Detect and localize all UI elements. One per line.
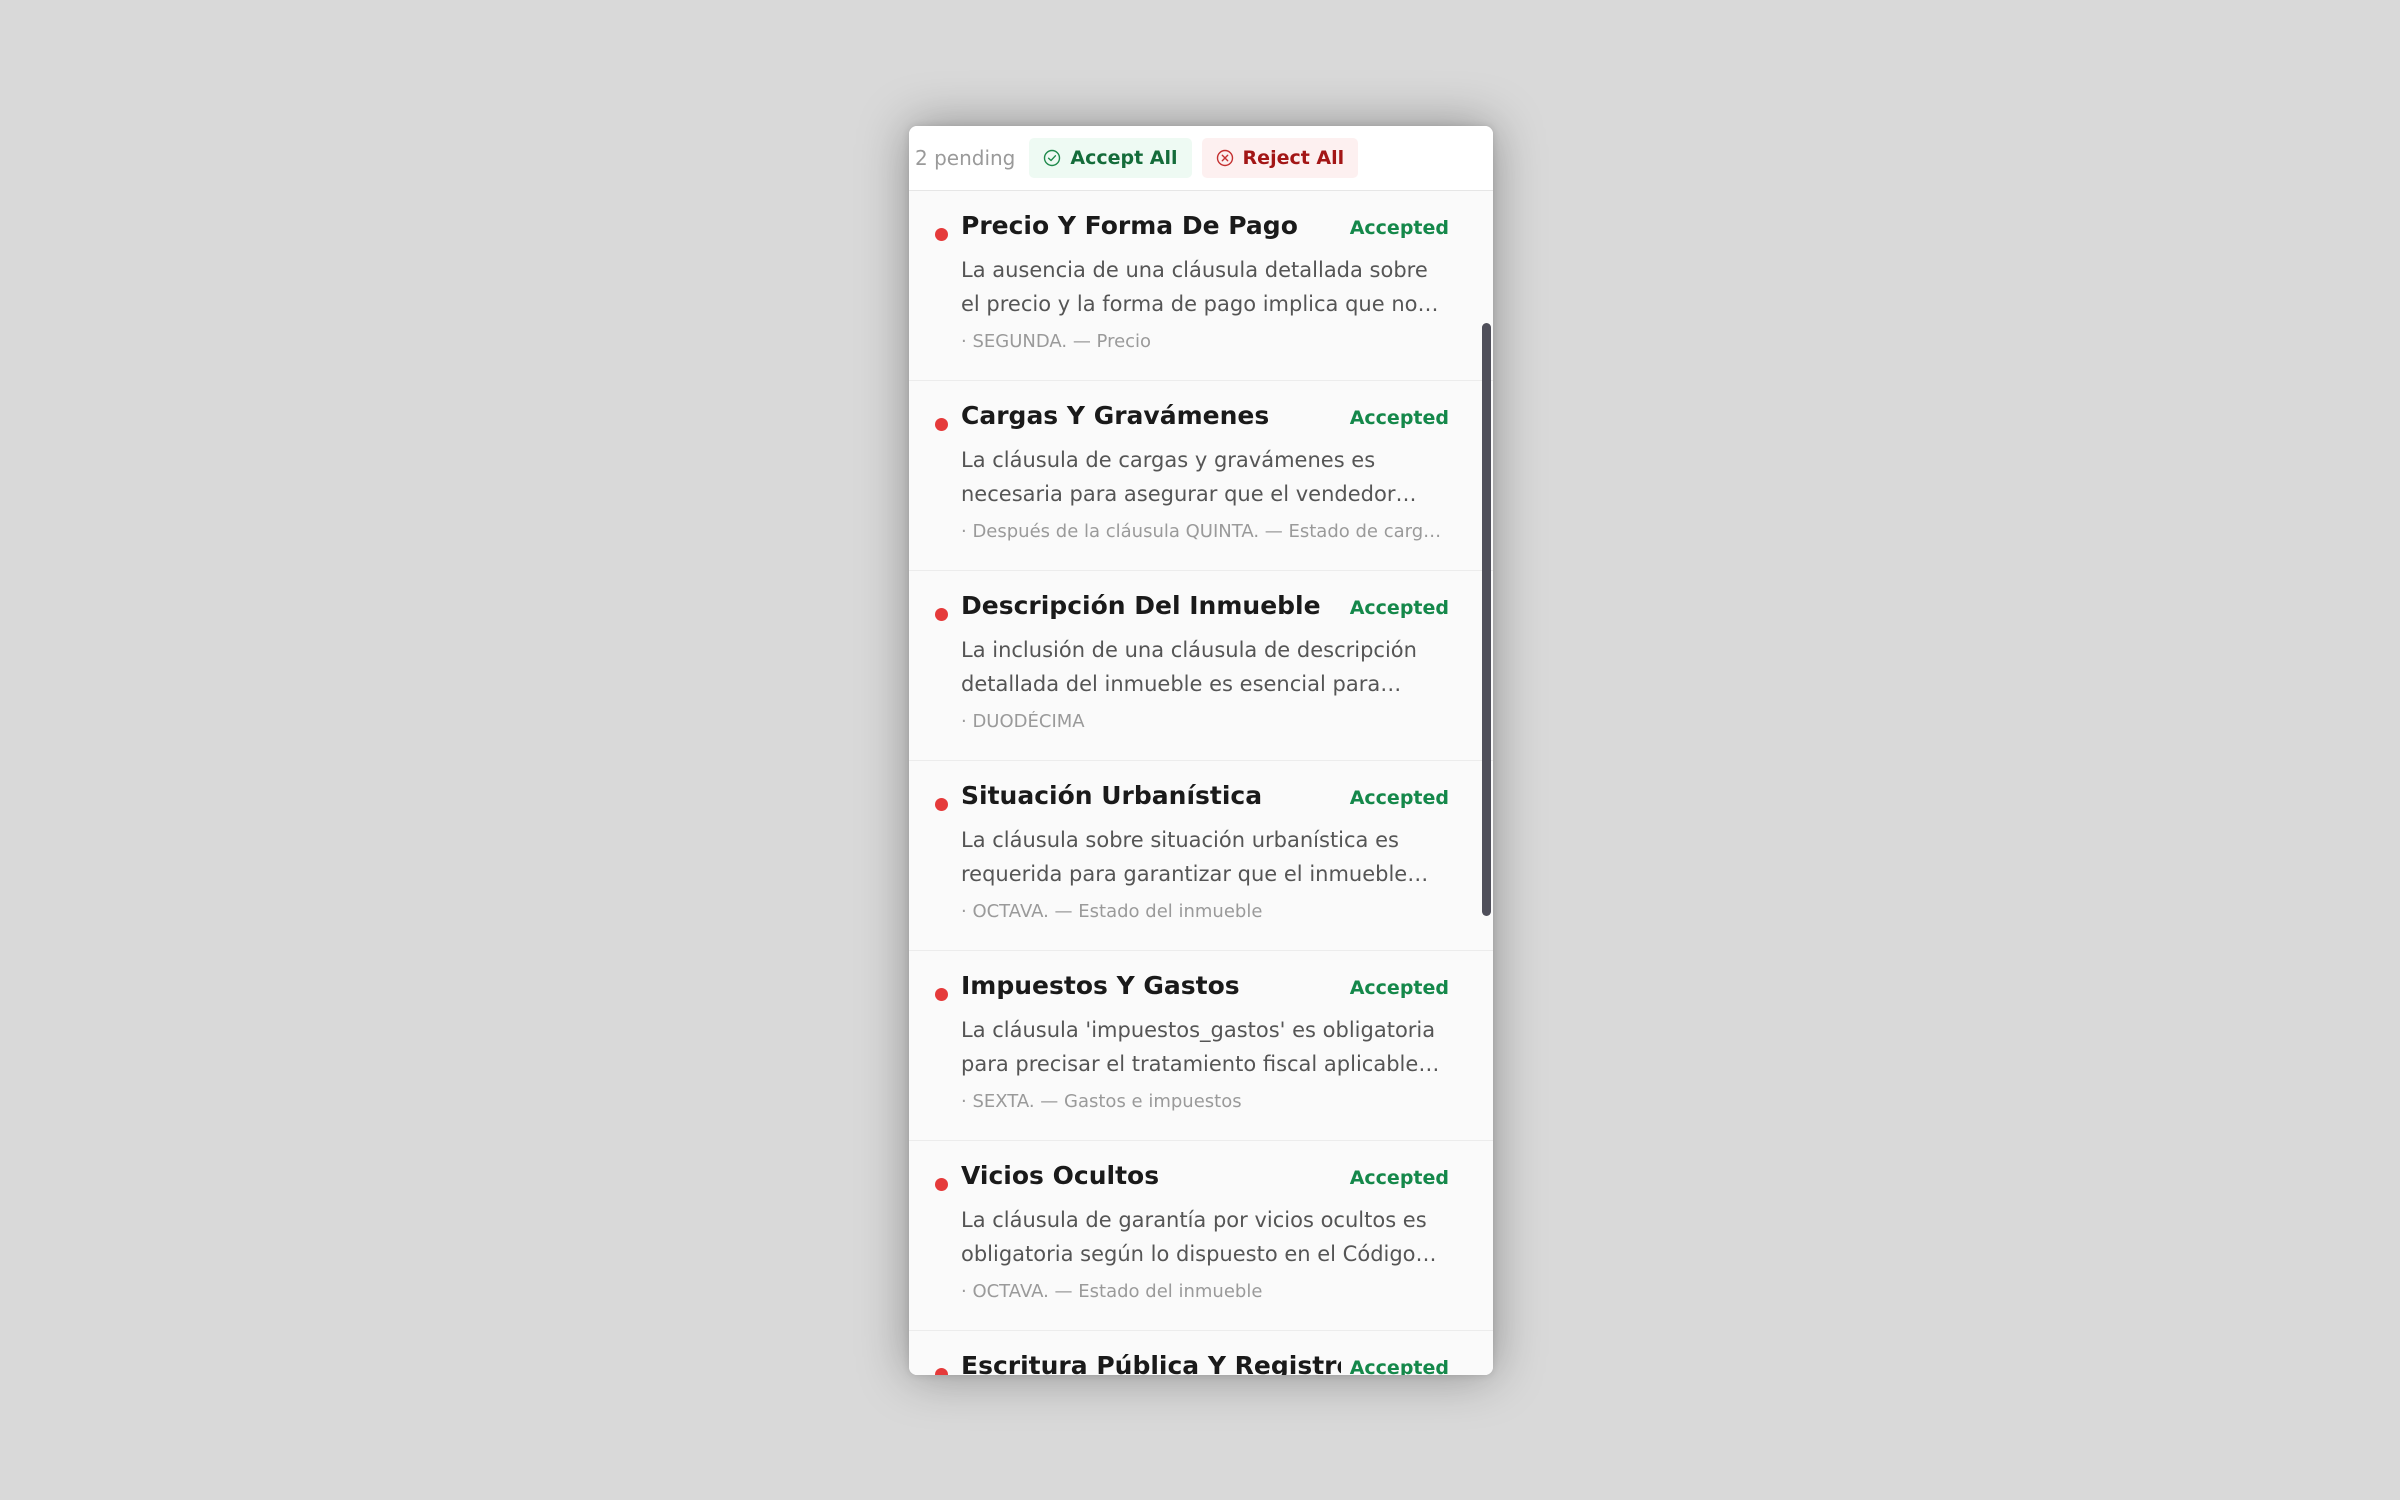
item-description: La ausencia de una cláusula detallada so… [961,258,1428,316]
check-circle-icon [1044,149,1061,167]
status-badge: Accepted [1349,977,1449,999]
status-badge: Accepted [1349,787,1449,809]
review-panel: 2 pending Accept All Reject All Precio Y… [909,126,1493,1375]
list-item[interactable]: Precio Y Forma De Pago Accepted La ausen… [909,191,1493,381]
item-description: La cláusula de cargas y gravámenes es ne… [961,448,1396,506]
list-item[interactable]: Cargas Y Gravámenes Accepted La cláusula… [909,381,1493,571]
item-title: Vicios Ocultos [961,1161,1160,1190]
item-title: Impuestos Y Gastos [961,971,1240,1000]
status-dot-icon [935,798,948,811]
item-title: Escritura Pública Y Registro [961,1351,1341,1375]
status-dot-icon [935,1368,948,1375]
item-title: Descripción Del Inmueble [961,591,1321,620]
status-dot-icon [935,608,948,621]
list-item[interactable]: Descripción Del Inmueble Accepted La inc… [909,571,1493,761]
reject-all-button[interactable]: Reject All [1201,138,1359,178]
review-toolbar: 2 pending Accept All Reject All [909,126,1493,191]
status-badge: Accepted [1349,217,1449,239]
item-description: La cláusula 'impuestos_gastos' es obliga… [961,1018,1438,1076]
list-item[interactable]: Escritura Pública Y Registro Accepted [909,1331,1493,1375]
status-dot-icon [935,228,948,241]
item-meta: · SEXTA. — Gastos e impuestos [961,1091,1242,1112]
item-meta: · OCTAVA. — Estado del inmueble [961,1281,1263,1302]
scrollbar-thumb[interactable] [1482,323,1491,916]
status-badge: Accepted [1349,597,1449,619]
list-item[interactable]: Situación Urbanística Accepted La cláusu… [909,761,1493,951]
item-title: Cargas Y Gravámenes [961,401,1270,430]
reject-all-label: Reject All [1242,147,1345,169]
item-description: La inclusión de una cláusula de descripc… [961,638,1417,696]
item-meta: · SEGUNDA. — Precio [961,331,1152,352]
item-description: La cláusula sobre situación urbanística … [961,828,1408,886]
list-item[interactable]: Vicios Ocultos Accepted La cláusula de g… [909,1141,1493,1331]
item-description: La cláusula de garantía por vicios ocult… [961,1208,1427,1266]
accept-all-label: Accept All [1070,147,1178,169]
pending-count: 2 pending [915,146,1016,170]
status-dot-icon [935,418,948,431]
accept-all-button[interactable]: Accept All [1029,138,1192,178]
item-title: Situación Urbanística [961,781,1263,810]
suggestion-list[interactable]: Precio Y Forma De Pago Accepted La ausen… [909,191,1493,1375]
item-meta: · Después de la cláusula QUINTA. — Estad… [961,521,1451,542]
item-meta: · DUODÉCIMA [961,711,1085,732]
status-badge: Accepted [1349,407,1449,429]
status-dot-icon [935,988,948,1001]
scrollbar[interactable] [1479,191,1493,1375]
item-meta: · OCTAVA. — Estado del inmueble [961,901,1263,922]
item-title: Precio Y Forma De Pago [961,211,1298,240]
status-badge: Accepted [1349,1167,1449,1189]
list-item[interactable]: Impuestos Y Gastos Accepted La cláusula … [909,951,1493,1141]
status-dot-icon [935,1178,948,1191]
status-badge: Accepted [1349,1357,1449,1375]
x-circle-icon [1216,149,1233,167]
